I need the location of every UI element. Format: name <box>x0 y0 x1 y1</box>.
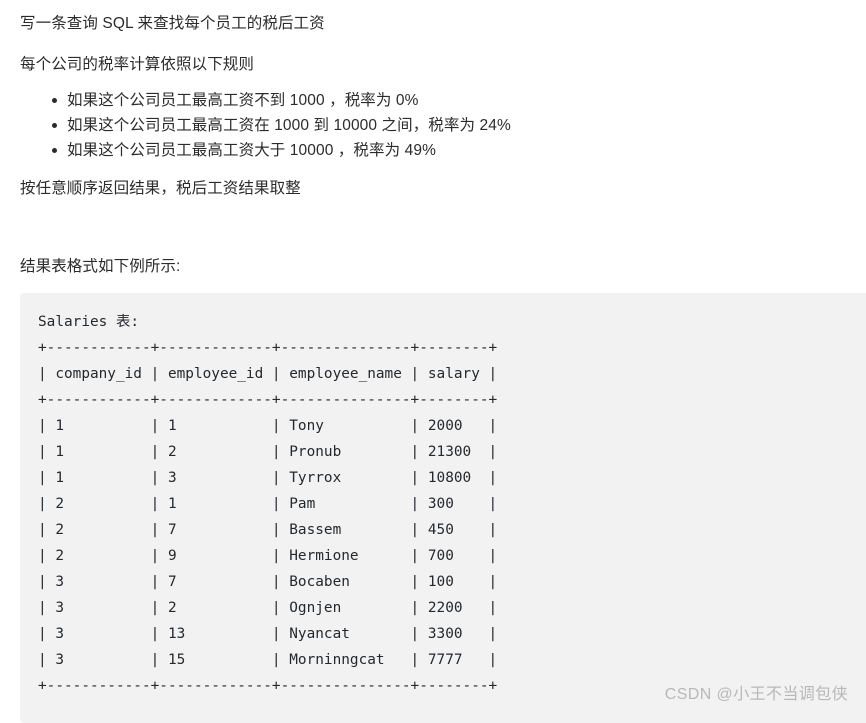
order-note-paragraph: 按任意顺序返回结果，税后工资结果取整 <box>20 180 301 197</box>
csdn-watermark: CSDN @小王不当调包侠 <box>664 686 848 703</box>
salaries-table-ascii: Salaries 表: +------------+-------------+… <box>38 314 498 694</box>
rules-heading: 每个公司的税率计算依照以下规则 <box>20 56 255 73</box>
list-item: 如果这个公司员工最高工资不到 1000 ，税率为 0% <box>52 88 511 113</box>
example-note-paragraph: 结果表格式如下例所示: <box>20 258 181 275</box>
list-item: 如果这个公司员工最高工资大于 10000 ，税率为 49% <box>52 138 511 163</box>
tax-rules-list: 如果这个公司员工最高工资不到 1000 ，税率为 0% 如果这个公司员工最高工资… <box>0 88 511 163</box>
list-item: 如果这个公司员工最高工资在 1000 到 10000 之间，税率为 24% <box>52 113 511 138</box>
intro-paragraph: 写一条查询 SQL 来查找每个员工的税后工资 <box>20 15 325 32</box>
code-block: Salaries 表: +------------+-------------+… <box>20 293 866 723</box>
